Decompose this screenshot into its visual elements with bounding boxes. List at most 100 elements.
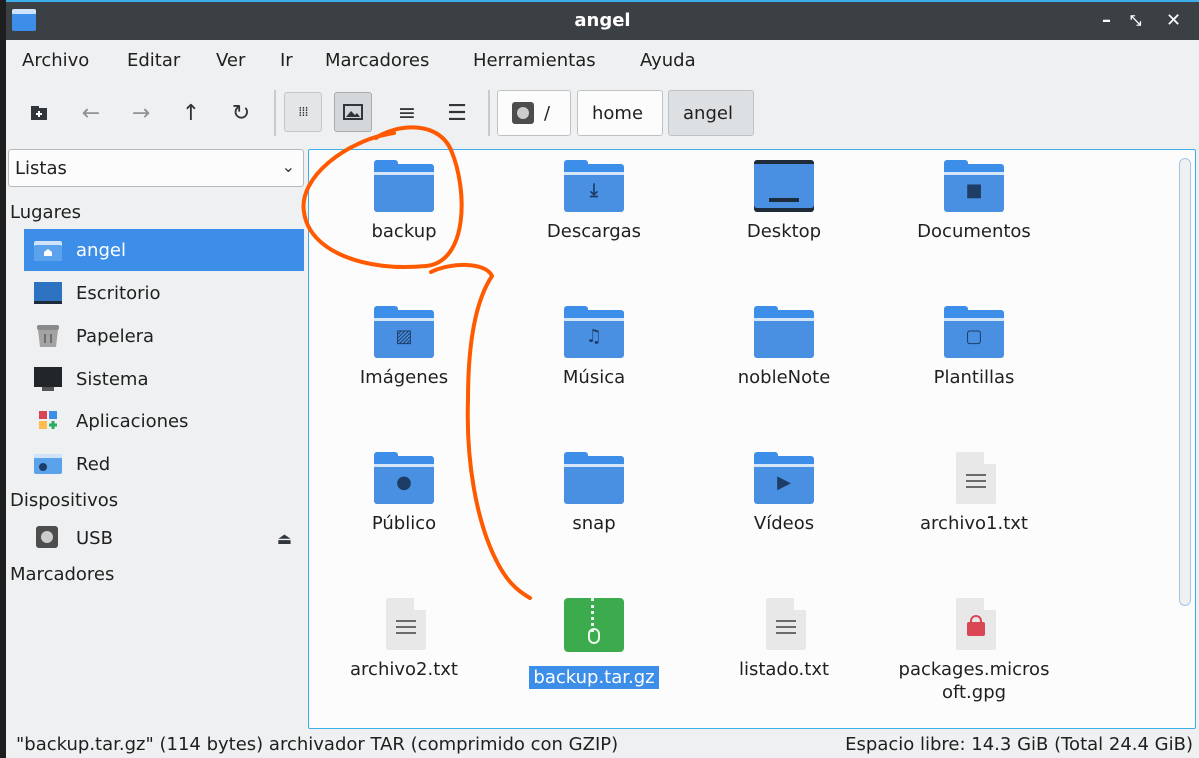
reload-button[interactable]: ↻ bbox=[224, 94, 258, 132]
encrypted-file-icon bbox=[944, 598, 1004, 650]
file-name: Vídeos bbox=[753, 513, 815, 534]
file-item[interactable]: ⤓ Descargas bbox=[499, 160, 689, 243]
reload-icon: ↻ bbox=[231, 100, 251, 126]
arrow-up-icon: ↑ bbox=[181, 100, 201, 126]
new-tab-button[interactable] bbox=[22, 94, 56, 132]
folder-icon: ■ bbox=[944, 160, 1004, 212]
bookmarks-header: Marcadores bbox=[10, 564, 115, 585]
arrow-left-icon: ← bbox=[81, 100, 101, 126]
menu-archivo[interactable]: Archivo bbox=[22, 50, 89, 71]
up-button[interactable]: ↑ bbox=[174, 94, 208, 132]
menu-editar[interactable]: Editar bbox=[127, 50, 180, 71]
file-item[interactable]: archivo1.txt bbox=[879, 452, 1069, 535]
sidebar-item-red[interactable]: Red bbox=[24, 443, 304, 485]
folder-icon bbox=[374, 160, 434, 212]
file-name: archivo1.txt bbox=[920, 513, 1028, 534]
forward-button[interactable]: → bbox=[124, 94, 158, 132]
toolbar-separator bbox=[274, 90, 276, 136]
file-name: packages.microsoft.gpg bbox=[898, 659, 1050, 703]
home-folder-icon bbox=[34, 238, 62, 262]
file-name: snap bbox=[572, 513, 616, 534]
free-space-status: Espacio libre: 14.3 GiB (Total 24.4 GiB) bbox=[845, 734, 1193, 755]
sidebar-item-label: Papelera bbox=[76, 325, 155, 347]
file-name: Plantillas bbox=[933, 367, 1015, 388]
sidebar-item-usb[interactable]: USB ⏏ bbox=[24, 517, 304, 559]
desktop-folder-icon bbox=[754, 160, 814, 212]
file-item[interactable]: backup.tar.gz bbox=[499, 598, 689, 689]
breadcrumb-home[interactable]: home bbox=[577, 90, 663, 136]
file-name: listado.txt bbox=[738, 659, 830, 680]
back-button[interactable]: ← bbox=[74, 94, 108, 132]
toolbar: ← → ↑ ↻ ⁞⁞⁞ ≡ ☰ / home angel bbox=[6, 84, 1199, 144]
eject-icon[interactable]: ⏏ bbox=[277, 529, 292, 548]
file-item[interactable]: snap bbox=[499, 452, 689, 535]
file-item[interactable]: Desktop bbox=[689, 160, 879, 243]
menu-herramientas[interactable]: Herramientas bbox=[473, 50, 596, 71]
menu-ir[interactable]: Ir bbox=[280, 50, 293, 71]
side-pane-mode-select[interactable]: Listas ⌄ bbox=[8, 149, 304, 187]
detail-list-icon: ☰ bbox=[447, 100, 467, 126]
folder-icon bbox=[754, 306, 814, 358]
menu-marcadores[interactable]: Marcadores bbox=[325, 50, 429, 71]
sidebar-item-label: angel bbox=[76, 239, 126, 261]
text-file-icon bbox=[754, 598, 814, 650]
drive-icon bbox=[34, 526, 62, 550]
folder-icon: ▨ bbox=[374, 306, 434, 358]
file-item[interactable]: packages.microsoft.gpg bbox=[879, 598, 1069, 704]
view-compact-button[interactable]: ⁞⁞⁞ bbox=[284, 92, 322, 132]
sidebar-item-label: Aplicaciones bbox=[76, 410, 189, 432]
network-folder-icon bbox=[34, 452, 62, 476]
places-header: Lugares bbox=[10, 202, 82, 223]
menu-ayuda[interactable]: Ayuda bbox=[640, 50, 696, 71]
sidebar-item-label: Escritorio bbox=[76, 282, 161, 304]
breadcrumb-root-label: / bbox=[544, 102, 551, 124]
computer-icon bbox=[34, 367, 62, 391]
file-item[interactable]: listado.txt bbox=[689, 598, 879, 681]
sidebar-item-sistema[interactable]: Sistema bbox=[24, 358, 304, 400]
image-icon bbox=[343, 104, 363, 120]
file-item[interactable]: ▶ Vídeos bbox=[689, 452, 879, 535]
new-tab-icon bbox=[31, 106, 47, 120]
sidebar-item-angel[interactable]: angel bbox=[24, 229, 304, 271]
sidebar-item-label: Red bbox=[76, 453, 111, 475]
minimize-icon[interactable]: – bbox=[1102, 10, 1111, 31]
view-icons-button[interactable] bbox=[334, 92, 372, 132]
file-item[interactable]: ● Público bbox=[309, 452, 499, 535]
file-view[interactable]: backup ⤓ Descargas Desktop ■ Documentos ▨ Imáge… bbox=[308, 149, 1196, 729]
list-icon: ≡ bbox=[397, 100, 417, 126]
sidebar-item-papelera[interactable]: Papelera bbox=[24, 315, 304, 357]
file-name: Descargas bbox=[546, 221, 642, 242]
trash-icon bbox=[34, 324, 62, 348]
vertical-scrollbar[interactable] bbox=[1179, 158, 1191, 606]
file-item[interactable]: ▢ Plantillas bbox=[879, 306, 1069, 389]
devices-header: Dispositivos bbox=[10, 490, 119, 511]
breadcrumb-angel[interactable]: angel bbox=[668, 90, 754, 136]
menu-ver[interactable]: Ver bbox=[216, 50, 245, 71]
close-icon[interactable]: ✕ bbox=[1166, 10, 1181, 31]
file-item[interactable]: backup bbox=[309, 160, 499, 243]
file-name: Imágenes bbox=[359, 367, 449, 388]
maximize-icon[interactable]: ⤡ bbox=[1130, 13, 1141, 29]
arrow-right-icon: → bbox=[131, 100, 151, 126]
view-list-button[interactable]: ≡ bbox=[390, 94, 424, 132]
grid-icon: ⁞⁞⁞ bbox=[298, 104, 308, 120]
status-bar: "backup.tar.gz" (114 bytes) archivador T… bbox=[6, 732, 1199, 758]
breadcrumb-root[interactable]: / bbox=[497, 90, 571, 136]
file-manager-window: angel – ⤡ ✕ Archivo Editar Ver Ir Marcad… bbox=[6, 0, 1199, 758]
folder-icon bbox=[564, 452, 624, 504]
side-pane-mode-value: Listas bbox=[15, 158, 67, 179]
file-item[interactable]: ♫ Música bbox=[499, 306, 689, 389]
drive-icon bbox=[512, 102, 534, 124]
file-item[interactable]: nobleNote bbox=[689, 306, 879, 389]
view-detail-button[interactable]: ☰ bbox=[440, 94, 474, 132]
applications-icon bbox=[34, 409, 62, 433]
file-item[interactable]: archivo2.txt bbox=[309, 598, 499, 681]
toolbar-separator bbox=[488, 90, 490, 136]
file-item[interactable]: ▨ Imágenes bbox=[309, 306, 499, 389]
file-item[interactable]: ■ Documentos bbox=[879, 160, 1069, 243]
menu-bar: Archivo Editar Ver Ir Marcadores Herrami… bbox=[6, 40, 1199, 80]
sidebar-item-escritorio[interactable]: Escritorio bbox=[24, 272, 304, 314]
file-name: archivo2.txt bbox=[350, 659, 458, 680]
chevron-down-icon: ⌄ bbox=[281, 157, 295, 176]
sidebar-item-aplicaciones[interactable]: Aplicaciones bbox=[24, 400, 304, 442]
